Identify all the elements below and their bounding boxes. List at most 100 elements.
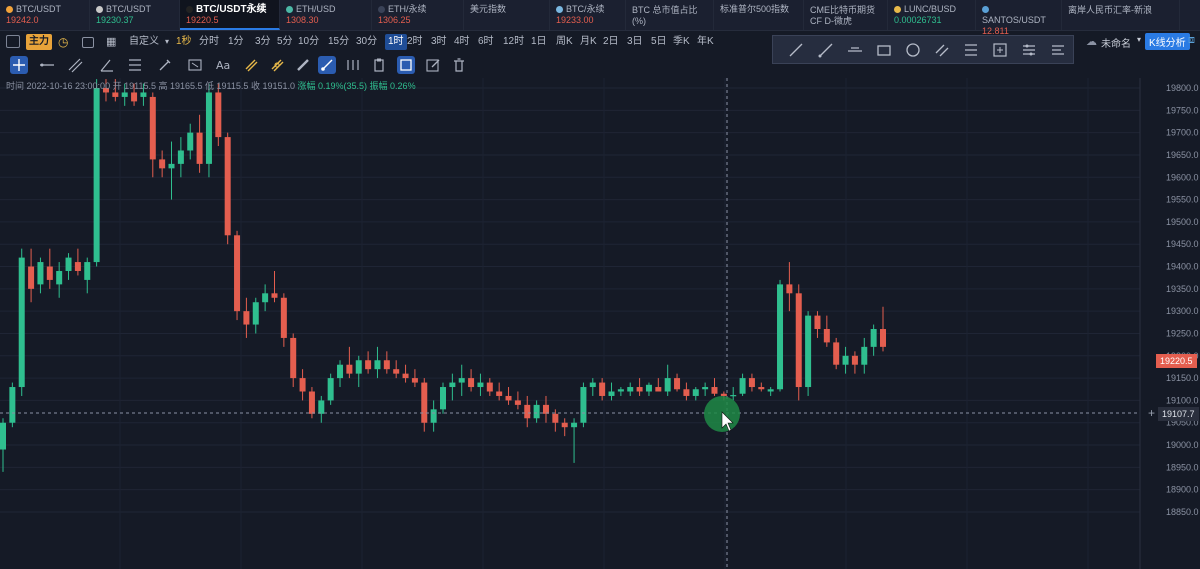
interval-option[interactable]: 5分 <box>277 34 293 50</box>
candle <box>411 369 418 388</box>
clipboard-icon[interactable] <box>370 56 388 74</box>
grid-icon[interactable]: ▦ <box>106 34 116 50</box>
interval-option[interactable]: 12时 <box>503 34 524 50</box>
interval-option[interactable]: 3分 <box>255 34 271 50</box>
info-amplitude: 振幅 0.26% <box>369 81 416 91</box>
interval-option[interactable]: 30分 <box>356 34 377 50</box>
ticker-tab[interactable]: BTC/永续 19233.00 <box>550 0 626 30</box>
horizontal-ray-icon[interactable] <box>846 41 864 59</box>
interval-option[interactable]: 4时 <box>454 34 470 50</box>
fib-retracement-icon[interactable] <box>962 41 980 59</box>
more-tools-icon[interactable] <box>1049 41 1067 59</box>
interval-option[interactable]: 分时 <box>199 34 219 50</box>
info-time: 时间 2022-10-16 23:00:00 <box>6 81 111 91</box>
interval-option[interactable]: 1秒 <box>176 34 192 50</box>
chevron-down-icon[interactable]: ▾ <box>1137 35 1141 44</box>
candle <box>870 324 877 356</box>
coin-icon <box>96 6 103 13</box>
share-icon[interactable]: ⧈ <box>1188 34 1195 47</box>
ticker-tab[interactable]: BTC 总市值占比 (%) <box>626 0 714 30</box>
text-tool-icon[interactable]: Aa <box>214 56 232 74</box>
interval-option[interactable]: 周K <box>556 34 573 50</box>
kline-analysis-button[interactable]: K线分析 <box>1145 33 1190 50</box>
visibility-icon[interactable] <box>344 56 362 74</box>
layout-icon[interactable] <box>6 35 20 48</box>
interval-option[interactable]: 2时 <box>407 34 423 50</box>
edit-icon[interactable] <box>424 56 442 74</box>
ticker-tab[interactable]: BTC/USDT 19242.0 <box>0 0 90 30</box>
candle <box>421 378 428 432</box>
interval-option[interactable]: 15分 <box>328 34 349 50</box>
interval-option[interactable]: 月K <box>580 34 597 50</box>
candle <box>168 141 175 200</box>
magnet-tool-icon[interactable] <box>242 56 260 74</box>
channel-tool-icon[interactable] <box>66 56 84 74</box>
ticker-tab[interactable]: ETH/USD 1308.30 <box>280 0 372 30</box>
ticker-name: BTC/USDT永续 <box>196 4 267 15</box>
coin-icon <box>378 6 385 13</box>
price-range-icon[interactable] <box>991 41 1009 59</box>
rectangle-icon[interactable] <box>875 41 893 59</box>
ticker-price: 1306.25 <box>378 15 411 25</box>
crosshair-tool-icon[interactable] <box>10 56 28 74</box>
candle <box>187 123 194 160</box>
angle-tool-icon[interactable] <box>98 56 116 74</box>
frame-icon[interactable] <box>397 56 415 74</box>
lock-drawing-icon[interactable] <box>318 56 336 74</box>
interval-option[interactable]: 1分 <box>228 34 244 50</box>
ellipse-icon[interactable] <box>904 41 922 59</box>
crosshair-price-tag: 19107.7 <box>1158 407 1199 421</box>
candle <box>627 382 634 396</box>
magnet-strong-icon[interactable] <box>268 56 286 74</box>
brush-tool-icon[interactable] <box>156 56 174 74</box>
interval-option[interactable]: 10分 <box>298 34 319 50</box>
ticker-tab[interactable]: 美元指数 <box>464 0 550 30</box>
ticker-name: BTC/USDT <box>16 4 61 14</box>
coin-icon <box>556 6 563 13</box>
layout-name[interactable]: 未命名 <box>1101 35 1131 50</box>
custom-interval-button[interactable]: 自定义 <box>129 34 159 50</box>
ruler-icon[interactable] <box>294 56 312 74</box>
candle <box>177 137 184 178</box>
chevron-down-icon[interactable]: ▾ <box>165 34 169 50</box>
candle <box>234 230 241 321</box>
interval-option[interactable]: 1时 <box>385 34 407 50</box>
interval-option[interactable]: 2日 <box>603 34 619 50</box>
ray-line-icon[interactable] <box>817 41 835 59</box>
cloud-icon[interactable]: ☁ <box>1086 35 1097 48</box>
candle <box>505 387 512 405</box>
ticker-tab[interactable]: 标准普尔500指数 <box>714 0 804 30</box>
line-tool-icon[interactable] <box>38 56 56 74</box>
parallel-channel-icon[interactable] <box>933 41 951 59</box>
ohlc-info-line: 时间 2022-10-16 23:00:00 开 19115.5 高 19165… <box>6 79 416 92</box>
interval-option[interactable]: 6时 <box>478 34 494 50</box>
ticker-tab[interactable]: BTC/USDT永续 19220.5 <box>180 0 280 30</box>
candle <box>46 248 53 289</box>
interval-option[interactable]: 3时 <box>431 34 447 50</box>
interval-option[interactable]: 3日 <box>627 34 643 50</box>
ticker-tab[interactable]: BTC/USDT 19230.37 <box>90 0 180 30</box>
last-price-tag: 19220.5 <box>1156 354 1197 368</box>
main-contract-tag[interactable]: 主力 <box>26 34 52 50</box>
interval-option[interactable]: 季K <box>673 34 690 50</box>
interval-option[interactable]: 5日 <box>651 34 667 50</box>
interval-option[interactable]: 1日 <box>531 34 547 50</box>
ticker-tab[interactable]: 离岸人民币汇率-新浪 <box>1062 0 1180 30</box>
interval-option[interactable]: 年K <box>697 34 714 50</box>
ticker-tab[interactable]: SANTOS/USDT 12.811 <box>976 0 1062 36</box>
trend-line-icon[interactable] <box>787 41 805 59</box>
ticker-tab[interactable]: CME比特币期货CF D-微虎 <box>804 0 888 30</box>
trash-icon[interactable] <box>450 56 468 74</box>
candle <box>402 364 409 383</box>
floating-draw-toolbar <box>772 35 1074 64</box>
clock-icon[interactable]: ◷ <box>58 34 68 50</box>
ticker-tab[interactable]: LUNC/BUSD 0.00026731 <box>888 0 976 30</box>
candle <box>683 382 690 401</box>
ticker-name: SANTOS/USDT <box>982 15 1046 25</box>
settings-lines-icon[interactable] <box>1020 41 1038 59</box>
fib-tool-icon[interactable] <box>126 56 144 74</box>
candle <box>93 79 100 267</box>
calendar-icon[interactable] <box>82 37 94 48</box>
measure-tool-icon[interactable] <box>186 56 204 74</box>
ticker-tab[interactable]: ETH/永续 1306.25 <box>372 0 464 30</box>
